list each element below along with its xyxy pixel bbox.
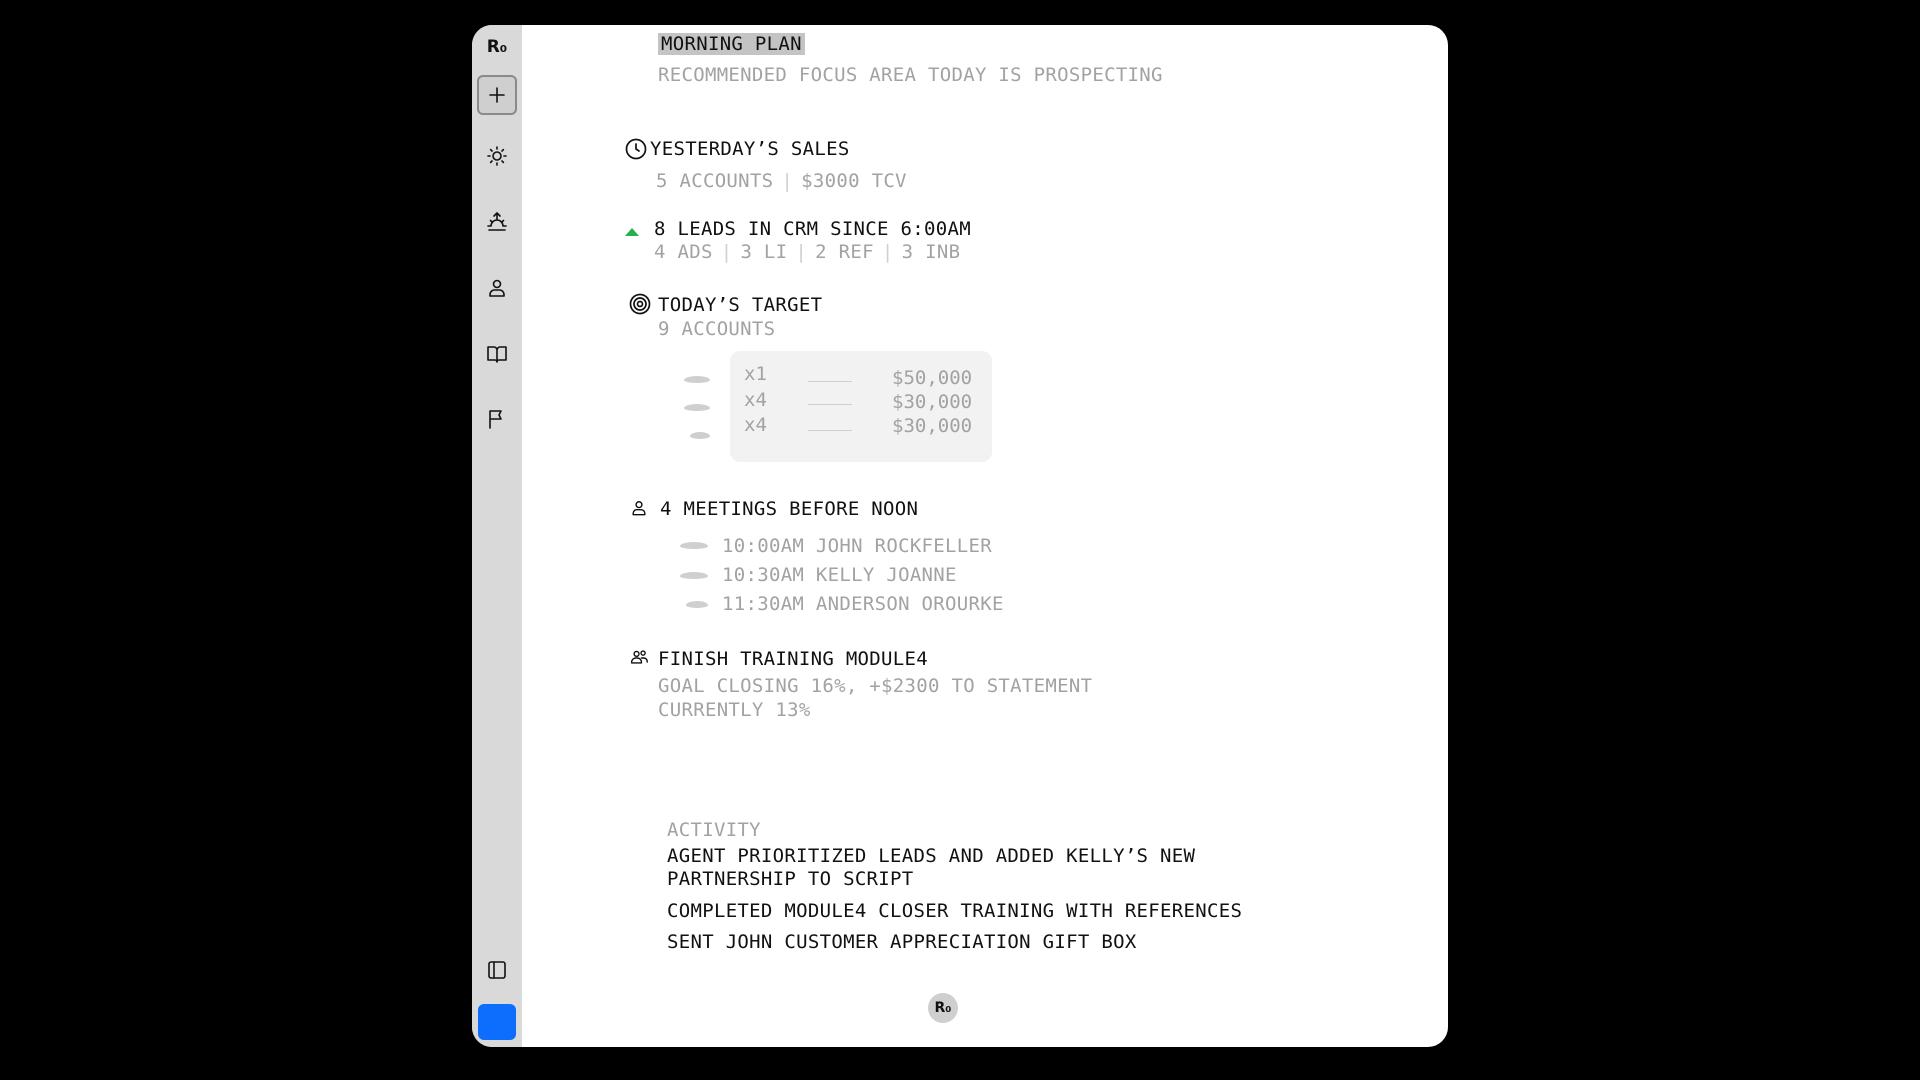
training-goal: GOAL CLOSING 16%, +$2300 TO STATEMENT	[658, 675, 1093, 697]
avatar-placeholder	[680, 542, 708, 549]
sales-summary: 5 ACCOUNTS | $3000 TCV	[656, 170, 907, 192]
leads-ref: 2 REF	[815, 241, 874, 263]
clock-icon	[624, 137, 648, 165]
training-icon	[629, 649, 649, 671]
target-amount: $30,000	[892, 391, 973, 413]
divider	[808, 381, 852, 382]
avatar-placeholder	[684, 404, 710, 411]
avatar-placeholder	[680, 572, 708, 579]
sales-accounts: 5 ACCOUNTS	[656, 170, 774, 192]
sales-title: YESTERDAY’S SALES	[650, 138, 850, 160]
flag-icon	[489, 410, 502, 429]
avatar-placeholder	[690, 432, 710, 439]
activity-item: SENT JOHN CUSTOMER APPRECIATION GIFT BOX	[667, 931, 1137, 953]
user-avatar[interactable]	[478, 1004, 516, 1040]
target-multiplier: x1	[744, 363, 767, 385]
activity-item: AGENT PRIORITIZED LEADS AND ADDED KELLY’…	[667, 845, 1196, 867]
page-subtitle: RECOMMENDED FOCUS AREA TODAY IS PROSPECT…	[658, 64, 1163, 86]
target-multiplier: x4	[744, 389, 767, 411]
leads-ads: 4 ADS	[654, 241, 713, 263]
target-subtitle: 9 ACCOUNTS	[658, 318, 776, 340]
divider	[808, 430, 852, 431]
meeting-item[interactable]: 10:30AM KELLY JOANNE	[722, 564, 957, 586]
activity-item: COMPLETED MODULE4 CLOSER TRAINING WITH R…	[667, 900, 1243, 922]
target-multiplier: x4	[744, 414, 767, 436]
person-icon	[629, 498, 649, 522]
meetings-title: 4 MEETINGS BEFORE NOON	[660, 498, 919, 520]
plus-icon	[489, 87, 505, 103]
trend-up-icon	[623, 223, 641, 242]
sidebar-item-goals[interactable]	[477, 399, 517, 439]
meeting-item[interactable]: 10:00AM JOHN ROCKFELLER	[722, 535, 992, 557]
target-icon	[629, 293, 651, 319]
sidebar: R₀	[472, 25, 522, 1047]
target-breakdown-card: x1 $50,000 x4 $30,000 x4 $30,000	[730, 351, 992, 462]
training-current: CURRENTLY 13%	[658, 699, 811, 721]
agent-badge[interactable]: R₀	[928, 993, 958, 1023]
leads-inb: 3 INB	[901, 241, 961, 263]
new-button[interactable]	[477, 75, 517, 115]
activity-label: ACTIVITY	[667, 819, 761, 841]
panel-icon	[488, 961, 506, 979]
leads-li: 3 LI	[740, 241, 788, 263]
avatar-placeholder	[686, 601, 708, 608]
avatar-placeholder	[684, 376, 710, 383]
sidebar-item-library[interactable]	[477, 334, 517, 374]
divider	[808, 404, 852, 405]
app-window: R₀ MORNING PLAN RECOMMENDED FOCUS AREA T…	[472, 25, 1448, 1047]
sun-icon	[487, 146, 507, 166]
book-icon	[487, 346, 507, 363]
leads-title: 8 LEADS IN CRM SINCE 6:00AM	[654, 218, 971, 240]
target-amount: $50,000	[892, 367, 973, 389]
person-icon	[489, 279, 505, 297]
activity-item: PARTNERSHIP TO SCRIPT	[667, 868, 914, 890]
toggle-sidebar-button[interactable]	[477, 950, 517, 990]
page-title: MORNING PLAN	[658, 33, 805, 55]
leads-breakdown: 4 ADS | 3 LI | 2 REF | 3 INB	[654, 241, 961, 263]
target-title: TODAY’S TARGET	[658, 294, 823, 316]
target-amount: $30,000	[892, 415, 973, 437]
sidebar-item-morning[interactable]	[477, 202, 517, 242]
sales-tcv: $3000 TCV	[801, 170, 907, 192]
sidebar-item-today[interactable]	[477, 136, 517, 176]
sunrise-icon	[487, 212, 507, 231]
sidebar-item-contacts[interactable]	[477, 268, 517, 308]
meeting-item[interactable]: 11:30AM ANDERSON OROURKE	[722, 593, 1004, 615]
training-title: FINISH TRAINING MODULE4	[658, 648, 928, 670]
logo-icon[interactable]: R₀	[477, 27, 517, 67]
